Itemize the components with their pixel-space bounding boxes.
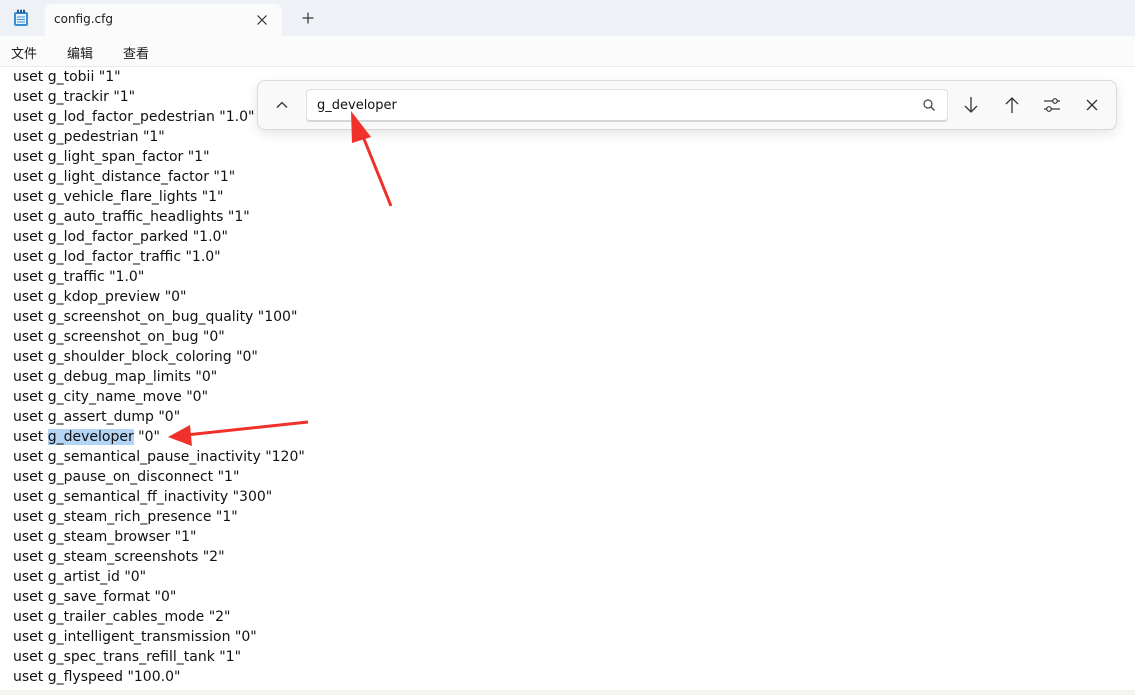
text-line: uset g_debug_map_limits "0" bbox=[13, 369, 218, 385]
tab-title: config.cfg bbox=[54, 12, 113, 26]
status-strip bbox=[0, 690, 1135, 695]
text-line: uset g_artist_id "0" bbox=[13, 569, 147, 585]
text-line: uset g_vehicle_flare_lights "1" bbox=[13, 189, 224, 205]
find-field[interactable] bbox=[306, 89, 948, 122]
menu-view[interactable]: 查看 bbox=[123, 43, 149, 62]
text-line: uset g_pedestrian "1" bbox=[13, 129, 165, 145]
text-line: uset g_lod_factor_traffic "1.0" bbox=[13, 249, 221, 265]
plus-icon[interactable] bbox=[296, 6, 320, 30]
text-line: uset g_auto_traffic_headlights "1" bbox=[13, 209, 250, 225]
find-bar bbox=[257, 80, 1117, 130]
text-line: uset g_intelligent_transmission "0" bbox=[13, 629, 257, 645]
text-line: uset g_steam_rich_presence "1" bbox=[13, 509, 238, 525]
text-line: uset g_developer "0" bbox=[13, 427, 305, 447]
text-line: uset g_assert_dump "0" bbox=[13, 409, 181, 425]
text-line: uset g_steam_browser "1" bbox=[13, 529, 197, 545]
text-line: uset g_trailer_cables_mode "2" bbox=[13, 609, 231, 625]
options-icon[interactable] bbox=[1039, 92, 1065, 118]
search-match-highlight: g_developer bbox=[47, 429, 134, 445]
line-suffix: "0" bbox=[133, 429, 160, 445]
menu-bar: 文件 编辑 查看 bbox=[0, 36, 1135, 67]
text-line: uset g_light_span_factor "1" bbox=[13, 149, 210, 165]
text-line: uset g_shoulder_block_coloring "0" bbox=[13, 349, 258, 365]
line-prefix: uset bbox=[13, 429, 48, 445]
menu-edit[interactable]: 编辑 bbox=[67, 43, 93, 62]
text-line: uset g_semantical_pause_inactivity "120" bbox=[13, 449, 305, 465]
text-line: uset g_screenshot_on_bug_quality "100" bbox=[13, 309, 298, 325]
arrow-up-icon[interactable] bbox=[999, 92, 1025, 118]
text-line: uset g_lod_factor_parked "1.0" bbox=[13, 229, 228, 245]
chevron-up-icon[interactable] bbox=[269, 92, 295, 118]
text-line: uset g_kdop_preview "0" bbox=[13, 289, 187, 305]
title-bar: config.cfg bbox=[0, 0, 1135, 36]
arrow-down-icon[interactable] bbox=[958, 92, 984, 118]
tab-config-cfg[interactable]: config.cfg bbox=[45, 4, 282, 36]
editor-lines: uset g_tobii "1" uset g_trackir "1" uset g… bbox=[13, 67, 305, 687]
text-line: uset g_semantical_ff_inactivity "300" bbox=[13, 489, 273, 505]
text-line: uset g_pause_on_disconnect "1" bbox=[13, 469, 240, 485]
text-line: uset g_flyspeed "100.0" bbox=[13, 669, 181, 685]
text-editor[interactable]: uset g_tobii "1" uset g_trackir "1" uset g… bbox=[0, 67, 1135, 691]
text-line: uset g_screenshot_on_bug "0" bbox=[13, 329, 225, 345]
text-line: uset g_city_name_move "0" bbox=[13, 389, 209, 405]
notepad-icon bbox=[14, 9, 28, 26]
text-line: uset g_light_distance_factor "1" bbox=[13, 169, 236, 185]
close-icon[interactable] bbox=[1079, 92, 1105, 118]
close-icon[interactable] bbox=[250, 8, 274, 32]
text-line: uset g_steam_screenshots "2" bbox=[13, 549, 225, 565]
text-line: uset g_spec_trans_refill_tank "1" bbox=[13, 649, 242, 665]
menu-file[interactable]: 文件 bbox=[11, 43, 37, 62]
search-input[interactable] bbox=[317, 96, 907, 114]
text-line: uset g_traffic "1.0" bbox=[13, 269, 145, 285]
search-icon[interactable] bbox=[921, 97, 937, 113]
text-line: uset g_save_format "0" bbox=[13, 589, 177, 605]
